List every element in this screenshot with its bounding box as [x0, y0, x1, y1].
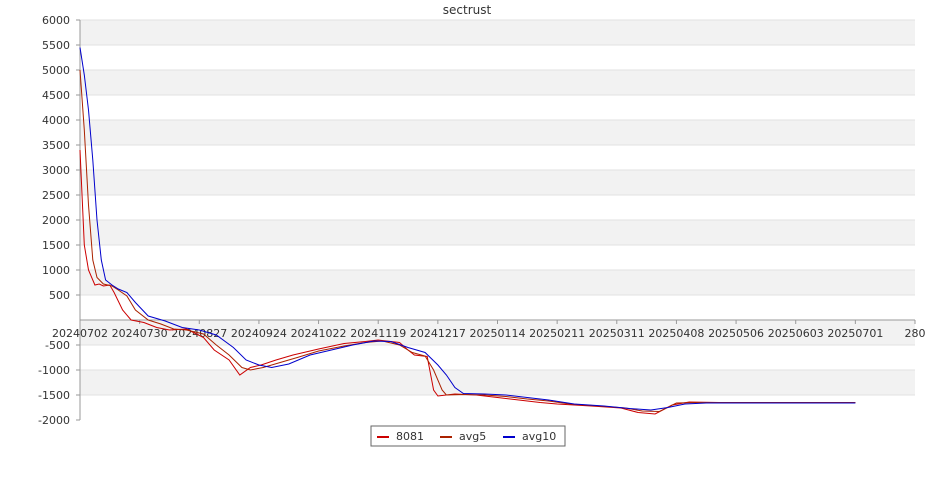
x-tick-label: 20250506 — [708, 327, 764, 340]
plot-background — [80, 19, 915, 420]
grid-band — [80, 395, 915, 420]
y-tick-label: 2000 — [42, 214, 70, 227]
y-tick-label: 500 — [49, 289, 70, 302]
y-tick-label: 3500 — [42, 139, 70, 152]
x-tick-label: 20250408 — [648, 327, 704, 340]
grid-band — [80, 195, 915, 220]
grid-band — [80, 70, 915, 95]
x-tick-label: 20250114 — [470, 327, 526, 340]
grid-band — [80, 45, 915, 70]
x-tick-label: 20250701 — [827, 327, 883, 340]
chart-title: sectrust — [443, 3, 492, 17]
legend-label: avg10 — [522, 430, 556, 443]
grid-band — [80, 20, 915, 45]
y-tick-label: 4000 — [42, 114, 70, 127]
grid-band — [80, 145, 915, 170]
grid-band — [80, 370, 915, 395]
y-tick-label: 5500 — [42, 39, 70, 52]
y-tick-label: -1500 — [38, 389, 70, 402]
y-tick-label: 3000 — [42, 164, 70, 177]
chart: sectrust -2000 -1500 -1000 -500 500 1000 1500 2… — [38, 3, 926, 447]
grid-band — [80, 245, 915, 270]
y-tick-label: 1000 — [42, 264, 70, 277]
grid-band — [80, 295, 915, 320]
x-tick-label: 20240924 — [231, 327, 287, 340]
grid-band — [80, 95, 915, 120]
legend: 8081 avg5 avg10 — [370, 425, 566, 447]
y-tick-label: 1500 — [42, 239, 70, 252]
grid-band — [80, 220, 915, 245]
x-tick-label: 280 — [905, 327, 926, 340]
x-tick-label: 20250311 — [589, 327, 645, 340]
x-tick-label: 20241022 — [291, 327, 347, 340]
y-tick-label: 4500 — [42, 89, 70, 102]
legend-label: avg5 — [459, 430, 486, 443]
y-tick-label: -2000 — [38, 414, 70, 427]
y-tick-label: -500 — [45, 339, 70, 352]
x-tick-label: 20250211 — [529, 327, 585, 340]
x-tick-label: 20240730 — [112, 327, 168, 340]
grid-band — [80, 170, 915, 195]
y-tick-label: 2500 — [42, 189, 70, 202]
x-tick-label: 20241217 — [410, 327, 466, 340]
grid-band — [80, 120, 915, 145]
y-tick-label: -1000 — [38, 364, 70, 377]
y-tick-label: 5000 — [42, 64, 70, 77]
legend-label: 8081 — [396, 430, 424, 443]
x-tick-label: 20241119 — [350, 327, 406, 340]
y-axis: -2000 -1500 -1000 -500 500 1000 1500 2000 2500 30… — [38, 14, 81, 427]
grid-band — [80, 270, 915, 295]
x-tick-label: 20250603 — [768, 327, 824, 340]
x-tick-label: 20240702 — [52, 327, 108, 340]
grid-band — [80, 345, 915, 370]
y-tick-label: 6000 — [42, 14, 70, 27]
